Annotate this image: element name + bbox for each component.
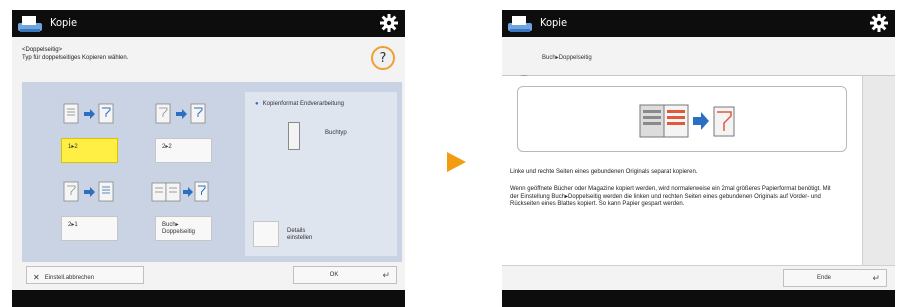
- two-to-two-sided-icon: [155, 103, 206, 124]
- option-label: 2▸1: [68, 222, 78, 228]
- details-label-line1: Details: [287, 228, 306, 234]
- help-content: Linke und rechte Seiten eines gebundenen…: [502, 76, 862, 265]
- two-to-one-sided-icon: [63, 181, 114, 202]
- help-topic: Buch▸Doppelseitig: [542, 55, 592, 61]
- illustration-frame: [517, 86, 847, 152]
- title-bar: Kopie: [12, 10, 405, 37]
- instruction-detail: Typ für doppelseitiges Kopieren wählen.: [22, 55, 129, 61]
- status-bar: [502, 290, 895, 307]
- option-2-to-1-button[interactable]: 2▸1: [61, 216, 118, 241]
- help-header: ? Buch▸Doppelseitig: [502, 37, 895, 93]
- finishing-title-text: Kopienformat Endverarbeitung: [262, 101, 345, 107]
- help-summary: Linke und rechte Seiten eines gebundenen…: [510, 169, 698, 175]
- close-icon: ✕: [33, 273, 40, 282]
- details-button[interactable]: [253, 221, 279, 247]
- help-screen: Kopie ? Buch▸Doppelseitig: [502, 10, 895, 307]
- ok-button[interactable]: OK ↵: [293, 266, 397, 284]
- details-label[interactable]: Details einstellen: [287, 228, 312, 242]
- book-to-duplex-illustration: [639, 104, 735, 138]
- cancel-label: Einstell.abbrechen: [44, 275, 95, 281]
- option-book-to-duplex-button[interactable]: Buch▸ Doppelseitig: [155, 216, 212, 241]
- option-label: 1▸2: [68, 144, 78, 150]
- option-label: 2▸2: [162, 144, 172, 150]
- help-button[interactable]: ?: [371, 46, 395, 70]
- details-label-line2: einstellen: [287, 235, 313, 241]
- finishing-value: Buchtyp: [325, 130, 347, 136]
- one-to-two-sided-icon: [63, 103, 114, 124]
- bullet-icon: ●: [255, 101, 259, 107]
- option-1-to-2-button[interactable]: 1▸2: [61, 138, 118, 163]
- enter-icon: ↵: [872, 273, 880, 283]
- screen-title: Kopie: [540, 16, 568, 29]
- help-description: Wenn geöffnete Bücher oder Magazine kopi…: [510, 186, 831, 207]
- screen-title: Kopie: [50, 16, 78, 29]
- copier-icon: [508, 16, 532, 32]
- gear-icon[interactable]: [379, 13, 399, 33]
- book-to-two-sided-icon: [151, 181, 209, 202]
- copy-duplex-screen: Kopie <Doppelseitig> Typ für doppelseiti…: [12, 10, 405, 307]
- ok-label: OK: [329, 272, 339, 278]
- scrollbar[interactable]: [862, 76, 895, 265]
- status-bar: [12, 290, 405, 307]
- cancel-settings-button[interactable]: ✕ Einstell.abbrechen: [26, 266, 144, 284]
- instruction-heading: <Doppelseitig>: [22, 47, 63, 53]
- copier-icon: [18, 16, 42, 32]
- help-icon: ?: [379, 51, 387, 66]
- option-2-to-2-button[interactable]: 2▸2: [155, 138, 212, 163]
- gear-icon[interactable]: [869, 13, 889, 33]
- option-label-line2: Doppelseitig: [162, 229, 196, 235]
- finishing-title: ● Kopienformat Endverarbeitung: [255, 101, 344, 107]
- title-bar: Kopie: [502, 10, 895, 37]
- finishing-panel: ● Kopienformat Endverarbeitung Buchtyp De…: [245, 92, 397, 256]
- close-help-button[interactable]: Ende ↵: [783, 269, 887, 287]
- close-label: Ende: [816, 275, 831, 281]
- enter-icon: ↵: [382, 270, 390, 280]
- instruction-text: <Doppelseitig> Typ für doppelseitiges Ko…: [22, 46, 128, 62]
- option-label-line1: Buch▸: [162, 222, 179, 228]
- document-icon: [288, 122, 300, 150]
- next-step-arrow-icon: [447, 152, 466, 172]
